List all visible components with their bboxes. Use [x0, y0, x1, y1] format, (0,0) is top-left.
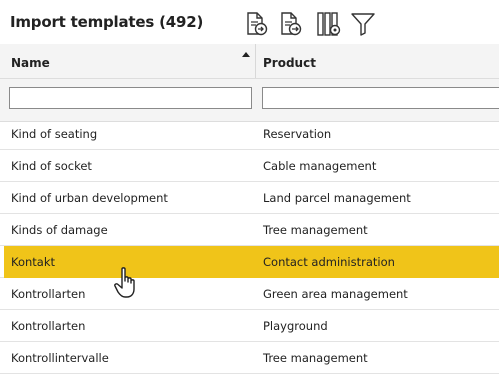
filter-row: [0, 79, 499, 122]
template-table-body: Kind of seating Reservation Kind of sock…: [0, 118, 499, 374]
column-divider[interactable]: [255, 44, 256, 78]
table-row[interactable]: Kontrollintervalle Tree management: [0, 342, 499, 374]
cell-name: Kontrollarten: [11, 287, 86, 301]
column-header-name[interactable]: Name: [11, 44, 50, 78]
table-row[interactable]: Kind of seating Reservation: [0, 118, 499, 150]
cell-name: Kontrollarten: [11, 319, 86, 333]
table-row[interactable]: Kontrollarten Playground: [0, 310, 499, 342]
cell-name: Kind of urban development: [11, 191, 168, 205]
table-row[interactable]: Kinds of damage Tree management: [0, 214, 499, 246]
table-row-selected[interactable]: Kontakt Contact administration: [0, 246, 499, 278]
panel-header: Import templates (492): [0, 0, 499, 44]
cell-product: Land parcel management: [263, 191, 411, 205]
cell-name: Kontakt: [11, 255, 56, 269]
cell-name: Kind of seating: [11, 127, 98, 141]
name-filter-input[interactable]: [9, 87, 252, 109]
column-header-product[interactable]: Product: [263, 44, 316, 78]
cell-name: Kontrollintervalle: [11, 351, 109, 365]
product-filter-input[interactable]: [262, 87, 499, 109]
sort-ascending-icon: [242, 52, 250, 57]
cell-name: Kind of socket: [11, 159, 92, 173]
cell-product: Reservation: [263, 127, 332, 141]
column-header-row: Name Product: [0, 44, 499, 79]
cell-product: Contact administration: [263, 255, 395, 269]
document-export-icon[interactable]: [279, 9, 303, 39]
cell-name: Kinds of damage: [11, 223, 108, 237]
cell-product: Tree management: [263, 351, 368, 365]
filter-icon[interactable]: [350, 9, 376, 39]
cell-product: Cable management: [263, 159, 377, 173]
document-import-icon[interactable]: [245, 9, 269, 39]
cell-product: Green area management: [263, 287, 408, 301]
cell-product: Playground: [263, 319, 328, 333]
table-row[interactable]: Kontrollarten Green area management: [0, 278, 499, 310]
page-title: Import templates (492): [10, 13, 204, 31]
selection-highlight: [4, 246, 499, 278]
cell-product: Tree management: [263, 223, 368, 237]
table-row[interactable]: Kind of socket Cable management: [0, 150, 499, 182]
column-settings-icon[interactable]: [316, 9, 342, 39]
table-row[interactable]: Kind of urban development Land parcel ma…: [0, 182, 499, 214]
